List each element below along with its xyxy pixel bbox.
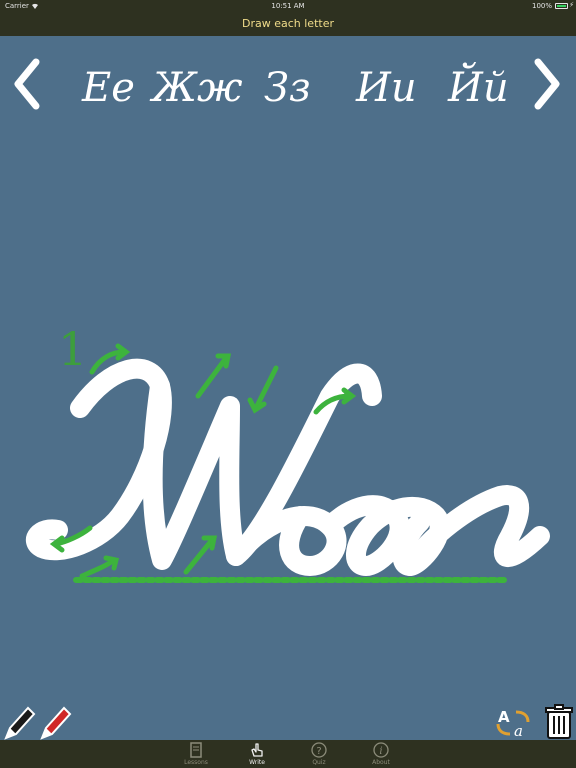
svg-text:A: A	[498, 708, 510, 726]
hand-icon	[249, 742, 265, 758]
letter-item[interactable]: Ии	[356, 56, 417, 120]
clear-drawing-button[interactable]	[544, 704, 574, 740]
battery-percent: 100%	[531, 2, 552, 10]
red-pen-icon	[40, 706, 72, 740]
black-pen-button[interactable]	[2, 702, 36, 742]
nav-bar: Draw each letter	[0, 12, 576, 36]
tab-quiz[interactable]: ? Quiz	[289, 740, 349, 768]
black-pen-icon	[4, 706, 36, 740]
previous-letters-button[interactable]	[8, 52, 48, 116]
drawing-canvas[interactable]	[0, 36, 576, 740]
red-pen-button[interactable]	[38, 702, 72, 742]
letter-swap-icon: A a	[496, 708, 530, 740]
letter-item[interactable]: Зз	[264, 56, 311, 120]
battery-icon	[555, 3, 568, 9]
toggle-case-button[interactable]: A a	[496, 706, 532, 740]
letter-outline	[26, 358, 550, 576]
letter-item[interactable]: Ее	[82, 56, 135, 120]
charging-icon: ⚡	[569, 1, 574, 9]
stroke-number: 1	[58, 322, 88, 376]
question-icon: ?	[311, 742, 327, 758]
letter-item[interactable]: Йй	[448, 56, 509, 120]
next-letters-button[interactable]	[528, 52, 568, 116]
letter-item[interactable]: Жж	[152, 56, 242, 120]
status-bar: Carrier 10:51 AM 100% ⚡	[0, 0, 576, 12]
chevron-left-icon	[14, 58, 40, 110]
tab-label: About	[372, 759, 390, 766]
info-icon: i	[373, 742, 389, 758]
chevron-right-icon	[534, 58, 560, 110]
tab-write[interactable]: Write	[227, 740, 287, 768]
svg-text:i: i	[379, 746, 382, 757]
tab-bar: Lessons Write ? Quiz i About	[0, 740, 576, 768]
trash-icon	[545, 704, 573, 739]
page-title: Draw each letter	[242, 17, 334, 30]
svg-text:a: a	[514, 722, 523, 740]
letter-selector: Ее Жж Зз Ии Йй	[60, 56, 520, 120]
status-time: 10:51 AM	[271, 2, 305, 10]
tab-label: Write	[249, 759, 265, 766]
tab-label: Quiz	[312, 759, 326, 766]
book-icon	[188, 742, 204, 758]
tab-lessons[interactable]: Lessons	[166, 740, 226, 768]
tab-about[interactable]: i About	[351, 740, 411, 768]
svg-text:?: ?	[316, 746, 321, 757]
tab-label: Lessons	[184, 759, 208, 766]
